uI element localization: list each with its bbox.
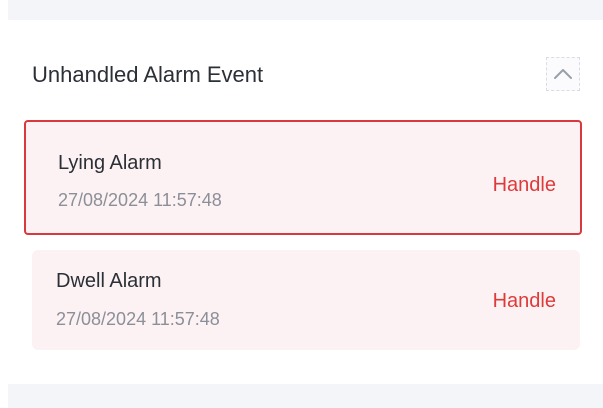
alarm-time: 27/08/2024 11:57:48 [58,190,222,210]
alarm-card-dwell[interactable]: Dwell Alarm 27/08/2024 11:57:48 Handle [32,250,580,350]
alarm-name: Lying Alarm [58,152,162,174]
alarm-panel-page: Unhandled Alarm Event Lying Alarm 27/08/… [0,0,603,408]
alarm-time: 27/08/2024 11:57:48 [56,309,220,329]
chevron-up-icon [554,69,572,79]
handle-button-dwell[interactable]: Handle [493,288,556,314]
bottom-divider-strip [8,384,603,408]
alarm-name: Dwell Alarm [56,270,162,292]
collapse-button[interactable] [546,57,580,91]
top-divider-strip [8,0,603,20]
handle-button-lying[interactable]: Handle [493,172,556,198]
panel-title: Unhandled Alarm Event [32,62,264,87]
alarm-card-lying[interactable]: Lying Alarm 27/08/2024 11:57:48 Handle [24,120,582,235]
